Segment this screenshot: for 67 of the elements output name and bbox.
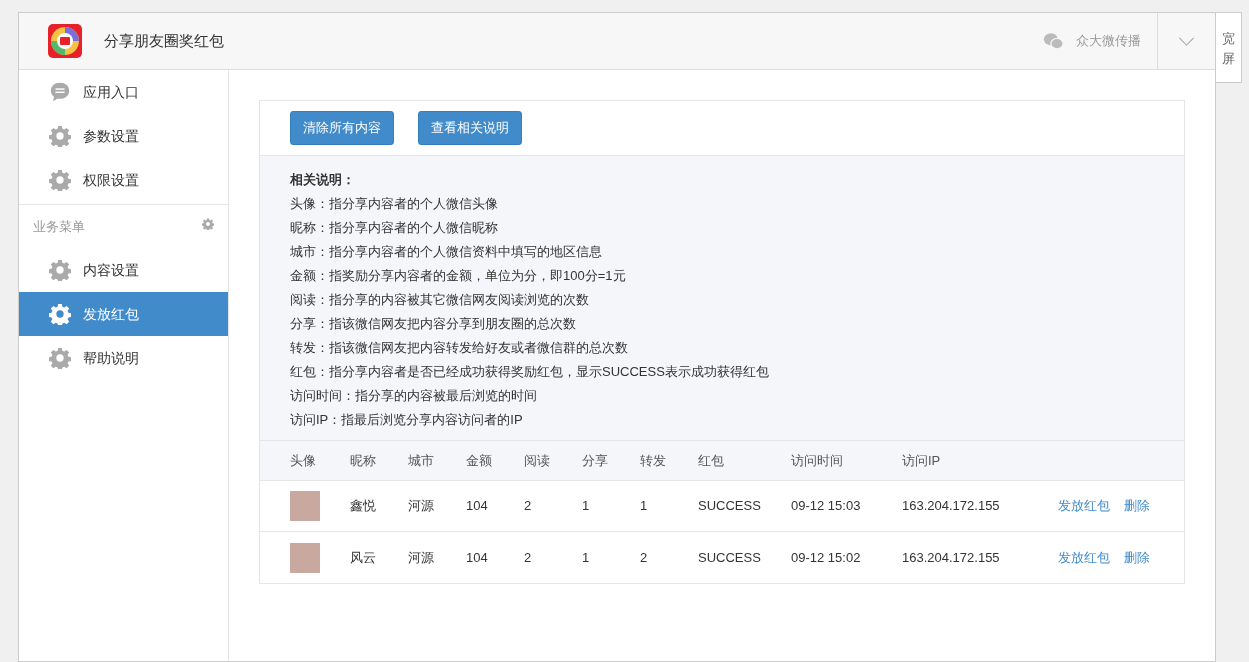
app-logo-icon (48, 24, 82, 58)
column-header: 访问IP (902, 451, 942, 470)
table-cell-text: 1 (640, 497, 649, 516)
table-cell-text: SUCCESS (698, 497, 762, 516)
action-button[interactable]: 清除所有内容 (290, 111, 394, 145)
table-cell-text: 2 (640, 548, 649, 567)
gear-icon (49, 125, 71, 147)
note-line: 阅读：指分享的内容被其它微信网友阅读浏览的次数 (290, 291, 590, 309)
column-header: 访问时间 (791, 451, 844, 470)
column-header: 昵称 (350, 451, 377, 470)
row-action-link[interactable]: 发放红包 (1058, 496, 1110, 516)
note-line: 昵称：指分享内容者的个人微信昵称 (290, 219, 499, 237)
table-cell-text: 1 (582, 497, 591, 516)
chevron-down-icon (1178, 36, 1195, 46)
brand-name[interactable]: 众大微传播 (1076, 31, 1141, 51)
column-header: 金额 (466, 451, 493, 470)
gear-icon (49, 169, 71, 191)
wide-screen-toggle[interactable]: 宽屏 (1216, 12, 1242, 83)
sidebar-item[interactable]: 帮助说明 (19, 336, 228, 380)
row-action-link[interactable]: 删除 (1124, 496, 1150, 516)
sidebar-item[interactable]: 内容设置 (19, 248, 228, 292)
note-line: 头像：指分享内容者的个人微信头像 (290, 195, 499, 213)
column-header: 分享 (582, 451, 609, 470)
table-cell-text: SUCCESS (698, 548, 762, 567)
table-cell-text: 2 (524, 548, 533, 567)
table-cell-text: 1 (582, 548, 591, 567)
note-line: 分享：指该微信网友把内容分享到朋友圈的总次数 (290, 315, 577, 333)
table-cell-text: 163.204.172.155 (902, 548, 1001, 567)
column-header: 城市 (408, 451, 435, 470)
table-cell-text: 09-12 15:02 (791, 548, 862, 567)
table-cell-text: 河源 (408, 548, 435, 567)
chat-icon (49, 81, 71, 103)
note-line: 访问时间：指分享的内容被最后浏览的时间 (290, 387, 538, 405)
column-header: 转发 (640, 451, 667, 470)
column-header: 阅读 (524, 451, 551, 470)
gear-icon (49, 259, 71, 281)
note-line: 转发：指该微信网友把内容转发给好友或者微信群的总次数 (290, 339, 629, 357)
notes-title: 相关说明： (290, 171, 356, 189)
note-line: 访问IP：指最后浏览分享内容访问者的IP (290, 411, 524, 429)
sidebar-item[interactable]: 发放红包 (19, 292, 228, 336)
action-button[interactable]: 查看相关说明 (418, 111, 522, 145)
column-header: 头像 (290, 451, 317, 470)
sidebar-item[interactable]: 权限设置 (19, 158, 228, 202)
table-cell-text: 104 (466, 548, 489, 567)
sidebar-item[interactable]: 应用入口 (19, 70, 228, 114)
gear-icon (49, 347, 71, 369)
settings-icon (202, 217, 214, 230)
table-cell-text: 09-12 15:03 (791, 497, 862, 516)
table-cell-text: 2 (524, 497, 533, 516)
table-cell-text: 风云 (350, 548, 377, 567)
note-line: 金额：指奖励分享内容者的金额，单位为分，即100分=1元 (290, 267, 627, 285)
table-cell-text: 104 (466, 497, 489, 516)
avatar-placeholder (290, 542, 320, 573)
avatar-placeholder (290, 491, 320, 521)
wechat-icon (1043, 32, 1064, 50)
note-line: 城市：指分享内容者的个人微信资料中填写的地区信息 (290, 243, 603, 261)
gear-icon (49, 303, 71, 325)
table-cell-text: 鑫悦 (350, 497, 377, 516)
note-line: 红包：指分享内容者是否已经成功获得奖励红包，显示SUCCESS表示成功获得红包 (290, 363, 770, 381)
column-header: 红包 (698, 451, 725, 470)
app-title: 分享朋友圈奖红包 (104, 30, 224, 51)
sidebar-item[interactable]: 参数设置 (19, 114, 228, 158)
row-action-link[interactable]: 发放红包 (1058, 547, 1110, 568)
row-action-link[interactable]: 删除 (1124, 547, 1150, 568)
table-cell-text: 163.204.172.155 (902, 497, 1001, 516)
table-cell-text: 河源 (408, 497, 435, 516)
menu-group-label: 业务菜单 (33, 217, 85, 236)
